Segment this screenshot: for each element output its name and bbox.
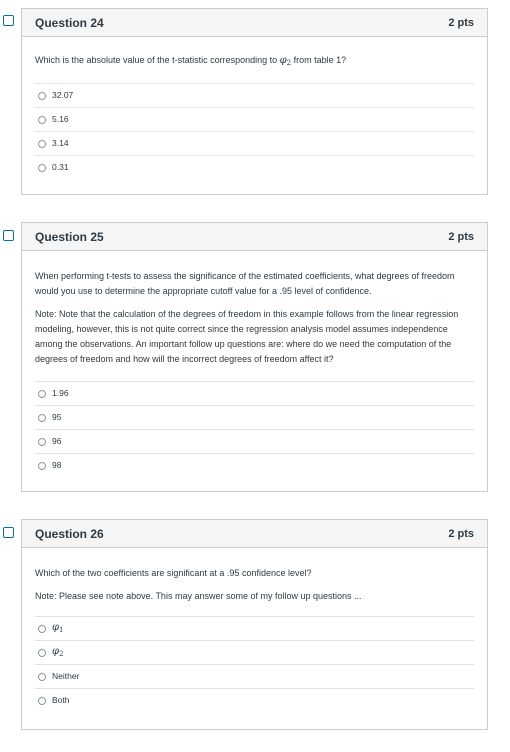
- question-note: Note: Please see note above. This may an…: [35, 591, 362, 601]
- answer-label: 95: [52, 412, 62, 422]
- answer-option[interactable]: 1.96: [35, 381, 474, 405]
- radio-button[interactable]: [38, 163, 46, 172]
- answer-option[interactable]: 98: [35, 453, 474, 477]
- phi-symbol: φ2: [279, 55, 292, 67]
- question-title: Question 25: [35, 229, 104, 244]
- answer-label: 0.31: [52, 162, 69, 172]
- answer-option[interactable]: φ1: [35, 616, 474, 640]
- radio-button[interactable]: [38, 648, 46, 657]
- phi-1-symbol: φ1: [52, 621, 64, 634]
- radio-button[interactable]: [38, 672, 46, 681]
- answer-label: 32.07: [52, 90, 74, 100]
- radio-button[interactable]: [38, 389, 46, 398]
- answer-label: Neither: [52, 671, 80, 681]
- answer-label: 98: [52, 460, 62, 470]
- answer-option[interactable]: 3.14: [35, 131, 474, 155]
- question-prompt: When performing t-tests to assess the si…: [35, 271, 455, 296]
- question-body: Which is the absolute value of the t-sta…: [22, 37, 487, 179]
- answer-option[interactable]: φ2: [35, 640, 474, 664]
- radio-button[interactable]: [38, 437, 46, 446]
- question-24: Question 24 2 pts Which is the absolute …: [21, 8, 488, 195]
- answer-option[interactable]: 32.07: [35, 83, 474, 107]
- radio-button[interactable]: [38, 115, 46, 124]
- question-body: When performing t-tests to assess the si…: [22, 251, 487, 477]
- answer-label: 96: [52, 436, 62, 446]
- question-header: Question 25 2 pts: [22, 223, 487, 251]
- answer-label: Both: [52, 695, 70, 705]
- answer-list: 1.96 95 96 98: [35, 381, 474, 477]
- answer-label: 3.14: [52, 138, 69, 148]
- radio-button[interactable]: [38, 461, 46, 470]
- radio-button[interactable]: [38, 139, 46, 148]
- flag-question-icon[interactable]: [3, 15, 14, 26]
- answer-option[interactable]: Both: [35, 688, 474, 712]
- answer-list: 32.07 5.16 3.14 0.31: [35, 83, 474, 179]
- question-title: Question 24: [35, 15, 104, 30]
- question-prompt: Which is the absolute value of the t-sta…: [35, 55, 347, 67]
- radio-button[interactable]: [38, 91, 46, 100]
- answer-option[interactable]: 95: [35, 405, 474, 429]
- radio-button[interactable]: [38, 413, 46, 422]
- question-title: Question 26: [35, 526, 104, 541]
- question-points: 2 pts: [448, 16, 474, 29]
- question-points: 2 pts: [448, 527, 474, 540]
- question-prompt: Which of the two coefficients are signif…: [35, 568, 312, 578]
- question-points: 2 pts: [448, 230, 474, 243]
- question-25: Question 25 2 pts When performing t-test…: [21, 222, 488, 492]
- phi-2-symbol: φ2: [52, 645, 64, 658]
- question-header: Question 24 2 pts: [22, 9, 487, 37]
- radio-button[interactable]: [38, 696, 46, 705]
- question-body: Which of the two coefficients are signif…: [22, 548, 487, 712]
- answer-option[interactable]: 5.16: [35, 107, 474, 131]
- question-header: Question 26 2 pts: [22, 520, 487, 548]
- radio-button[interactable]: [38, 624, 46, 633]
- flag-question-icon[interactable]: [3, 527, 14, 538]
- question-note: Note: Note that the calculation of the d…: [35, 309, 459, 364]
- answer-option[interactable]: 0.31: [35, 155, 474, 179]
- answer-label: 1.96: [52, 388, 69, 398]
- answer-option[interactable]: 96: [35, 429, 474, 453]
- answer-list: φ1 φ2 Neither Both: [35, 616, 474, 712]
- flag-question-icon[interactable]: [3, 230, 14, 241]
- answer-label: 5.16: [52, 114, 69, 124]
- answer-option[interactable]: Neither: [35, 664, 474, 688]
- question-26: Question 26 2 pts Which of the two coeff…: [21, 519, 488, 730]
